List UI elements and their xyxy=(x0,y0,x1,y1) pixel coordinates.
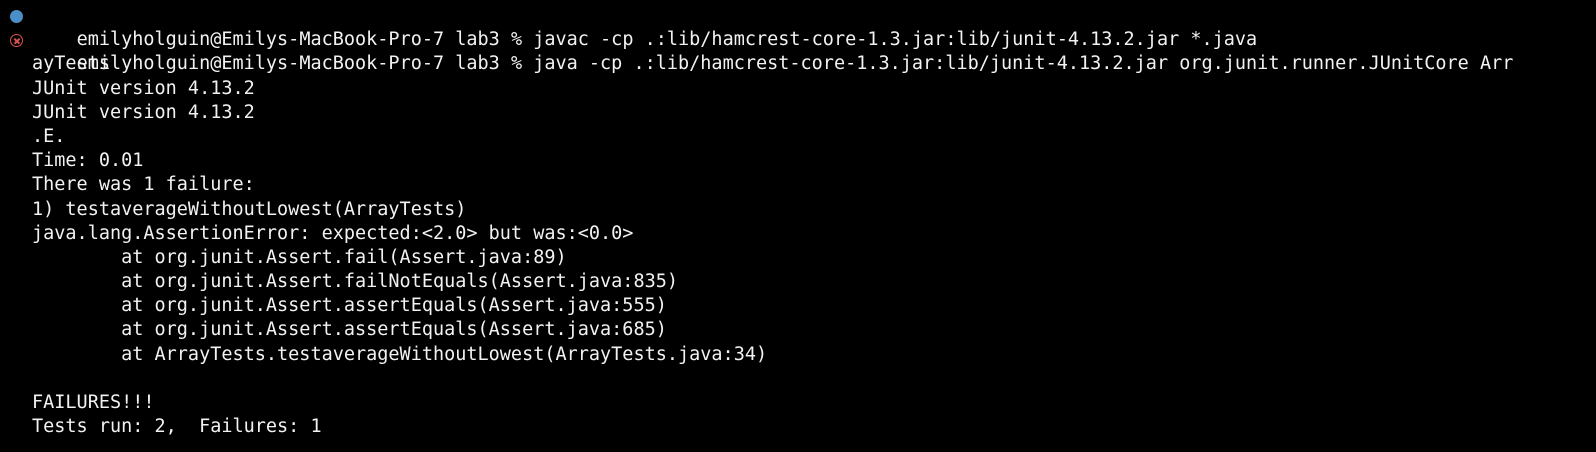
output-line: Time: 0.01 xyxy=(32,150,144,172)
output-line: Tests run: 2, Failures: 1 xyxy=(32,416,322,438)
prompt-line-javac: emilyholguin@Emilys-MacBook-Pro-7 lab3 %… xyxy=(0,4,1596,50)
stack-trace-line: at org.junit.Assert.failNotEquals(Assert… xyxy=(32,271,679,293)
stack-trace-line: at ArrayTests.testaverageWithoutLowest(A… xyxy=(32,343,768,365)
prompt-line-java: emilyholguin@Emilys-MacBook-Pro-7 lab3 %… xyxy=(0,28,1596,74)
stack-trace-line: at org.junit.Assert.assertEquals(Assert.… xyxy=(32,295,667,317)
output-line: FAILURES!!! xyxy=(32,392,155,413)
output-line: ayTests xyxy=(32,53,110,75)
output-line: 1) testaverageWithoutLowest(ArrayTests) xyxy=(32,198,467,220)
success-dot-icon xyxy=(10,10,23,23)
stack-trace-line: at org.junit.Assert.fail(Assert.java:89) xyxy=(32,246,567,268)
output-line: java.lang.AssertionError: expected:<2.0>… xyxy=(32,222,634,244)
output-line: JUnit version 4.13.2 xyxy=(32,77,255,99)
output-line: .E. xyxy=(32,125,66,147)
stack-trace-line: at org.junit.Assert.assertEquals(Assert.… xyxy=(32,319,667,341)
error-circle-x-icon xyxy=(10,34,23,48)
output-line: There was 1 failure: xyxy=(32,174,255,196)
terminal-window[interactable]: emilyholguin@Emilys-MacBook-Pro-7 lab3 %… xyxy=(0,0,1596,452)
output-line: JUnit version 4.13.2 xyxy=(32,101,255,123)
